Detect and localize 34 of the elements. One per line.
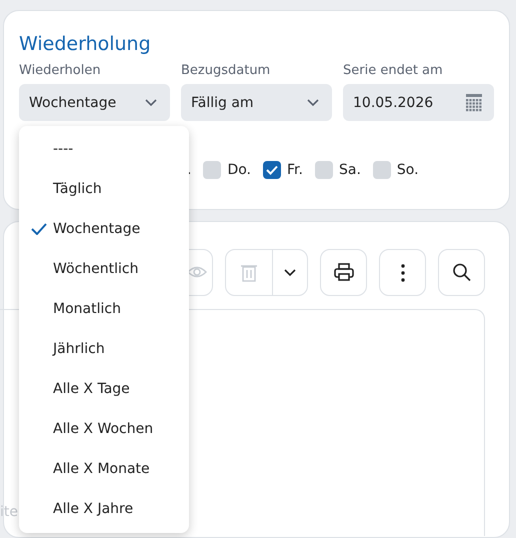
- chevron-down-icon: [144, 98, 158, 107]
- field-label: Bezugsdatum: [181, 62, 272, 80]
- field-label: Serie endet am: [343, 62, 444, 80]
- weekday-label: So.: [396, 162, 419, 178]
- weekday-label: Sa.: [338, 162, 361, 178]
- checkbox[interactable]: [314, 161, 333, 179]
- field-label: Wiederholen: [19, 62, 102, 80]
- select-field[interactable]: Wochentage: [19, 84, 170, 121]
- dropdown-option[interactable]: Alle X Tage: [19, 369, 189, 409]
- more-button[interactable]: [379, 249, 426, 296]
- checkbox[interactable]: [203, 161, 222, 179]
- chevron-down-icon: [282, 268, 297, 277]
- dropdown-option[interactable]: Monatlich: [19, 289, 189, 329]
- dropdown-option[interactable]: Alle X Wochen: [19, 409, 189, 449]
- select-field[interactable]: Fällig am: [181, 84, 332, 121]
- print-button[interactable]: [320, 249, 367, 296]
- search-button[interactable]: [438, 249, 485, 296]
- calendar-icon: [466, 94, 482, 112]
- dropdown-option[interactable]: Wöchentlich: [19, 249, 189, 289]
- section-title: Wiederholung: [19, 32, 152, 57]
- delete-split-button[interactable]: [225, 249, 308, 296]
- dropdown-option[interactable]: Wochentage: [19, 209, 189, 249]
- weekday-label: Fr.: [287, 162, 303, 178]
- dropdown-option[interactable]: Alle X Jahre: [19, 489, 189, 529]
- dropdown-option[interactable]: Alle X Monate: [19, 449, 189, 489]
- date-field[interactable]: 10.05.2026: [343, 84, 494, 121]
- dropdown-option[interactable]: Täglich: [19, 169, 189, 209]
- weekday-label: Do.: [227, 162, 252, 178]
- chevron-down-icon: [306, 98, 320, 107]
- dropdown-option[interactable]: Jährlich: [19, 329, 189, 369]
- dropdown-option[interactable]: ----: [19, 129, 189, 169]
- placeholder-text: ite: [0, 504, 18, 520]
- checkbox[interactable]: [372, 161, 391, 179]
- checkbox[interactable]: [263, 161, 282, 179]
